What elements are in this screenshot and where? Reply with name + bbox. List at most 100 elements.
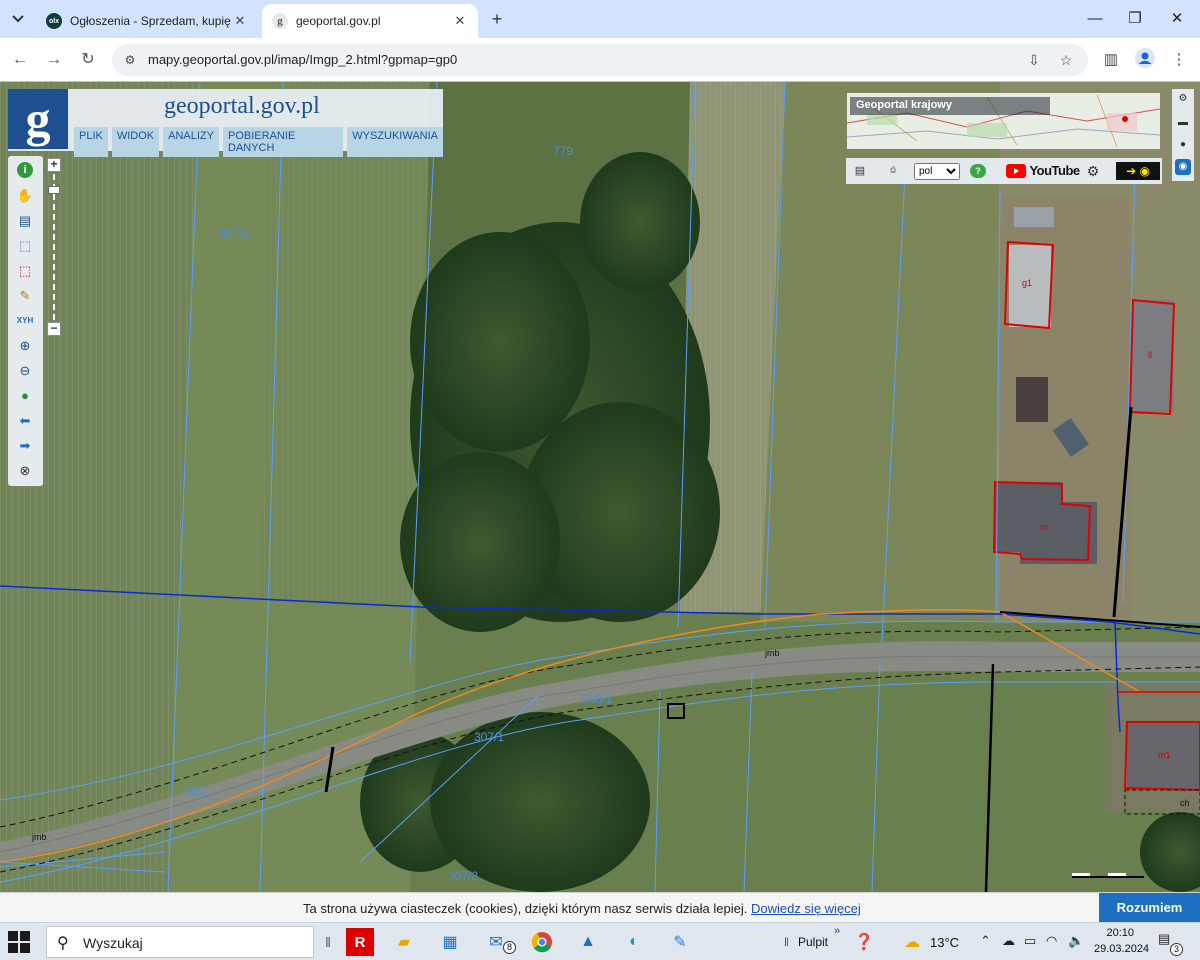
speaker-icon[interactable]: 🔈 [1068,933,1084,949]
cookie-banner: Ta strona używa ciasteczek (cookies), dz… [0,892,1200,923]
cookie-accept-button[interactable]: Rozumiem [1099,893,1200,923]
cookie-message: Ta strona używa ciasteczek (cookies), dz… [303,901,861,916]
eye-visibility-icon[interactable]: ◉ [1175,159,1191,175]
back-arrow-icon[interactable]: ⬅ [15,411,35,431]
tab-search-chevron-icon[interactable] [6,7,30,31]
windows-start-icon[interactable] [8,931,30,953]
language-select[interactable]: pol [914,163,960,180]
menu-wyszukiwania[interactable]: WYSZUKIWANIA [347,127,443,157]
document-list-icon[interactable]: ▤ [852,162,868,180]
parcel-label: 779 [553,144,574,158]
cloud-icon[interactable]: ☁ [1002,933,1015,949]
install-app-icon[interactable]: ⇩ [1024,50,1044,70]
weather-icon[interactable]: ☁ [898,928,926,956]
document-app-icon[interactable]: ▲ [574,928,602,956]
accessibility-icon[interactable]: ⚙ [1084,162,1102,180]
taskbar-search-box[interactable]: ⚲ Wyszukaj [46,926,314,958]
orthophoto-map[interactable] [0,82,1200,892]
menu-pobieranie-danych[interactable]: POBIERANIE DANYCH [223,127,344,157]
cookie-learn-more-link[interactable]: Dowiedz się więcej [751,901,861,916]
menu-widok[interactable]: WIDOK [111,127,160,157]
help-tray-icon[interactable]: ❓ [850,928,878,956]
zoom-out-icon[interactable]: ⊖ [15,361,35,381]
taskbar-search-placeholder: Wyszukaj [83,935,143,951]
pan-hand-icon[interactable]: ✋ [15,186,35,206]
clock-date[interactable]: 29.03.2024 [1094,943,1149,955]
task-view-icon[interactable]: ‖ [314,928,342,956]
paint-icon[interactable]: ✎ [666,928,694,956]
chevron-icon[interactable]: » [834,925,840,937]
edge-icon[interactable]: ◐ [620,928,648,956]
zoom-slider[interactable]: + − [45,156,63,342]
map-scale-bar [1072,872,1144,878]
select-red-icon[interactable]: ⬚ [15,261,35,281]
building-label: ch [1180,798,1190,808]
back-icon[interactable]: ← [8,48,32,72]
side-panel-icon[interactable]: ▥ [1099,48,1123,72]
desktop-toolbar-label[interactable]: Pulpit [798,935,828,949]
zoom-handle[interactable] [48,186,60,194]
battery-icon[interactable]: ▭ [1024,933,1036,949]
weather-temperature[interactable]: 13°C [930,935,959,950]
print-icon[interactable]: ⎙ [884,162,902,180]
menu-kebab-icon[interactable]: ⋮ [1167,48,1191,72]
map-viewport[interactable]: 779 807/2 308/1 307/1 307/2 38/2 g1 ll m… [0,82,1200,892]
tab-title: geoportal.gov.pl [296,14,381,28]
scale-segment [1108,873,1126,876]
store-icon[interactable]: ▦ [436,928,464,956]
settings-icon[interactable]: ⚙ [1175,91,1191,107]
clear-icon[interactable]: ⊗ [15,461,35,481]
building-label: ll [1148,350,1152,360]
contrast-mode-icon[interactable]: ➔ ◉ [1116,162,1160,180]
geoportal-icon-bar: ▤ ⎙ pol ? YouTube ⚙ ➔ ◉ [846,158,1162,184]
geoportal-title: geoportal.gov.pl [164,93,320,119]
tray-up-icon[interactable]: ⌃ [980,933,991,949]
zoom-in-icon[interactable]: ⊕ [15,336,35,356]
forward-arrow-icon[interactable]: ➡ [15,436,35,456]
tab-olx[interactable]: olx Ogłoszenia - Sprzedam, kupię n ✕ [36,4,258,38]
geoportal-logo[interactable]: g [8,89,68,149]
globe-extent-icon[interactable]: ● [15,386,35,406]
url-text[interactable]: mapy.geoportal.gov.pl/imap/Imgp_2.html?g… [148,52,457,67]
building-label: m1 [1158,750,1171,760]
wifi-icon[interactable]: ◠ [1046,933,1057,949]
close-icon[interactable]: ✕ [232,13,248,29]
chrome-icon[interactable] [528,928,556,956]
file-explorer-icon[interactable]: ▰ [390,928,418,956]
help-icon[interactable]: ? [970,164,986,178]
youtube-link[interactable]: YouTube [1002,162,1084,180]
geoportal-menu: PLIK WIDOK ANALIZY POBIERANIE DANYCH WYS… [74,127,443,157]
bookmark-star-icon[interactable]: ☆ [1056,50,1076,70]
zoom-plus-button[interactable]: + [47,158,61,172]
parcel-label: 307/1 [474,730,505,744]
menu-plik[interactable]: PLIK [74,127,108,157]
zoom-rail[interactable] [53,174,55,320]
new-tab-plus-icon[interactable]: + [486,8,508,30]
select-blue-icon[interactable]: ⬚ [15,236,35,256]
minimize-panel-icon[interactable]: ▬ [1175,115,1191,131]
small-eye-icon[interactable]: ● [1175,137,1191,153]
window-close-icon[interactable]: ✕ [1164,6,1190,32]
address-bar[interactable]: ⚙ mapy.geoportal.gov.pl/imap/Imgp_2.html… [112,44,1088,76]
restore-icon[interactable]: ❐ [1122,6,1148,32]
zoom-minus-button[interactable]: − [47,322,61,336]
pencil-icon[interactable]: ✎ [15,286,35,306]
r-app-icon[interactable]: R [346,928,374,956]
info-icon[interactable]: i [17,162,33,178]
menu-analizy[interactable]: ANALIZY [163,127,219,157]
notifications-icon[interactable]: ▤ [1158,931,1170,947]
xyz-coordinates-icon[interactable]: XYH [15,311,35,331]
minimize-icon[interactable]: — [1082,6,1108,32]
reload-icon[interactable]: ↻ [76,48,100,72]
overview-map[interactable]: Geoportal krajowy [847,93,1160,149]
legend-list-icon[interactable]: ▤ [15,211,35,231]
tab-geoportal[interactable]: g geoportal.gov.pl ✕ [262,4,478,38]
browser-tab-strip: olx Ogłoszenia - Sprzedam, kupię n ✕ g g… [0,0,1200,38]
building-label: m [1040,522,1048,532]
close-icon[interactable]: ✕ [452,13,468,29]
site-settings-icon[interactable]: ⚙ [122,52,138,68]
profile-avatar-icon[interactable] [1133,48,1157,72]
clock-time[interactable]: 20:10 [1094,927,1134,939]
forward-icon[interactable]: → [42,48,66,72]
parcel-label: 807/2 [219,226,250,240]
